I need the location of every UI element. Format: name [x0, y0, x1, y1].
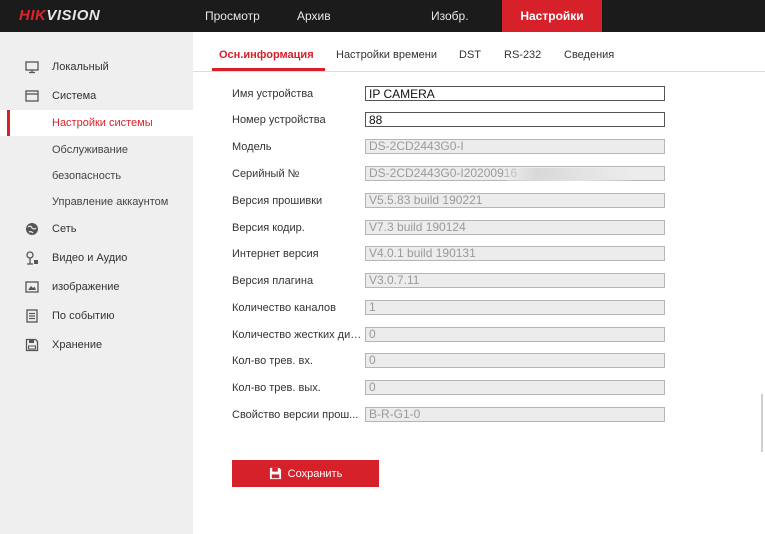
serial-redaction-blur: [506, 168, 633, 181]
sidebar-item-label: Видео и Аудио: [52, 252, 128, 264]
nav-settings[interactable]: Настройки: [502, 0, 602, 32]
sidebar-item-security[interactable]: безопасность: [0, 163, 193, 189]
model-field: DS-2CD2443G0-I: [365, 139, 665, 154]
sidebar-item-label: Настройки системы: [52, 117, 153, 129]
field-label: Количество каналов: [232, 302, 336, 314]
form-row-device-name: Имя устройства: [232, 84, 692, 104]
field-label: Модель: [232, 141, 272, 153]
storage-icon: [25, 338, 39, 352]
hdd-count-field: 0: [365, 327, 665, 342]
field-label: Имя устройства: [232, 88, 314, 100]
nav-archive[interactable]: Архив: [285, 0, 384, 32]
sidebar-item-account-management[interactable]: Управление аккаунтом: [0, 189, 193, 215]
sidebar-item-label: изображение: [52, 281, 120, 293]
alarm-outputs-field: 0: [365, 380, 665, 395]
save-button[interactable]: Сохранить: [232, 460, 379, 487]
sidebar-item-label: Управление аккаунтом: [52, 196, 169, 208]
monitor-icon: [25, 61, 39, 74]
save-button-label: Сохранить: [287, 467, 343, 480]
form-row-plugin-version: Версия плагина V3.0.7.11: [232, 271, 692, 291]
web-version-field: V4.0.1 build 190131: [365, 246, 665, 261]
form-row-encoding-version: Версия кодир. V7.3 build 190124: [232, 218, 692, 238]
form-row-model: Модель DS-2CD2443G0-I: [232, 137, 692, 157]
sidebar-item-label: По событию: [52, 310, 115, 322]
alarm-inputs-field: 0: [365, 353, 665, 368]
sidebar: Локальный Система Настройки системы Обсл…: [0, 32, 193, 534]
form-row-web-version: Интернет версия V4.0.1 build 190131: [232, 244, 692, 264]
sidebar-item-system[interactable]: Система: [0, 83, 193, 109]
encoding-version-field: V7.3 build 190124: [365, 220, 665, 235]
field-label: Интернет версия: [232, 248, 319, 260]
event-icon: [26, 309, 38, 323]
nav-preview[interactable]: Просмотр: [193, 0, 285, 32]
field-label: Версия прошивки: [232, 195, 323, 207]
form-row-alarm-outputs: Кол-во трев. вых. 0: [232, 378, 692, 398]
tab-time-settings[interactable]: Настройки времени: [336, 49, 437, 61]
sidebar-item-label: Локальный: [52, 61, 109, 73]
field-label: Версия плагина: [232, 275, 314, 287]
plugin-version-field: V3.0.7.11: [365, 273, 665, 288]
sidebar-item-storage[interactable]: Хранение: [0, 332, 193, 358]
globe-icon: [26, 223, 38, 235]
sidebar-item-label: Система: [52, 90, 97, 102]
sidebar-item-label: Сеть: [52, 223, 77, 235]
brand-logo: HIKVISION: [19, 7, 100, 24]
form-row-channel-count: Количество каналов 1: [232, 298, 692, 318]
scrollbar[interactable]: [761, 394, 763, 452]
sidebar-item-image[interactable]: изображение: [0, 274, 193, 300]
tab-bar: Осн.информация Настройки времени DST RS-…: [193, 32, 765, 72]
nav-image[interactable]: Изобр.: [384, 0, 502, 32]
brand-logo-part1: HIK: [19, 7, 47, 24]
sidebar-item-network[interactable]: Сеть: [0, 216, 193, 242]
firmware-version-field: V5.5.83 build 190221: [365, 193, 665, 208]
image-icon: [25, 281, 39, 293]
sidebar-item-maintenance[interactable]: Обслуживание: [0, 137, 193, 163]
top-nav: Просмотр Архив Изобр. Настройки: [193, 0, 602, 32]
channel-count-field: 1: [365, 300, 665, 315]
form-row-firmware-version: Версия прошивки V5.5.83 build 190221: [232, 191, 692, 211]
field-label: Кол-во трев. вых.: [232, 382, 321, 394]
form-row-device-number: Номер устройства: [232, 110, 692, 130]
save-icon: [269, 467, 281, 480]
top-bar: HIKVISION Просмотр Архив Изобр. Настройк…: [0, 0, 765, 32]
field-label: Количество жестких дис...: [232, 329, 364, 341]
brand-logo-part2: VISION: [46, 7, 101, 24]
sidebar-item-video-audio[interactable]: Видео и Аудио: [0, 245, 193, 271]
field-label: Кол-во трев. вх.: [232, 355, 313, 367]
sidebar-item-label: Хранение: [52, 339, 103, 351]
form-row-hdd-count: Количество жестких дис... 0: [232, 325, 692, 345]
video-audio-icon: [26, 251, 38, 265]
tab-basic-info[interactable]: Осн.информация: [219, 49, 314, 61]
firmware-property-field: B-R-G1-0: [365, 407, 665, 422]
device-name-input[interactable]: [365, 86, 665, 101]
system-icon: [25, 90, 39, 102]
tab-rs232[interactable]: RS-232: [504, 49, 541, 61]
device-number-input[interactable]: [365, 112, 665, 127]
tab-dst[interactable]: DST: [459, 49, 481, 61]
sidebar-item-system-settings[interactable]: Настройки системы: [0, 110, 193, 136]
field-label: Серийный №: [232, 168, 300, 180]
form-row-firmware-property: Свойство версии прош... B-R-G1-0: [232, 405, 692, 425]
sidebar-item-label: Обслуживание: [52, 144, 128, 156]
sidebar-item-event[interactable]: По событию: [0, 303, 193, 329]
sidebar-item-local[interactable]: Локальный: [0, 54, 193, 80]
field-label: Версия кодир.: [232, 222, 305, 234]
form-row-alarm-inputs: Кол-во трев. вх. 0: [232, 351, 692, 371]
field-label: Номер устройства: [232, 114, 326, 126]
sidebar-item-label: безопасность: [52, 170, 122, 182]
active-tab-indicator: [212, 68, 325, 71]
tab-info[interactable]: Сведения: [564, 49, 614, 61]
field-label: Свойство версии прош...: [232, 409, 359, 421]
